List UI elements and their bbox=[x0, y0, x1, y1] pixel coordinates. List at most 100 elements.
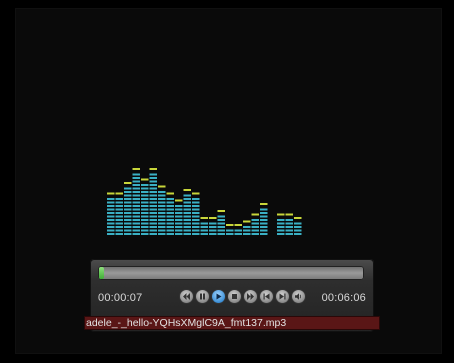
eq-segment bbox=[277, 233, 285, 235]
eq-segment bbox=[260, 222, 268, 225]
eq-segment bbox=[217, 229, 225, 232]
eq-segment bbox=[115, 229, 123, 232]
eq-segment bbox=[132, 194, 140, 197]
eq-segment bbox=[183, 233, 191, 235]
filename-bar: adele_-_hello-YQHsXMglC9A_fmt137.mp3 bbox=[84, 316, 380, 330]
rewind-button[interactable] bbox=[180, 290, 193, 303]
eq-segment bbox=[124, 198, 132, 200]
eq-segment bbox=[107, 198, 115, 200]
eq-segment bbox=[158, 208, 166, 211]
eq-segment bbox=[192, 229, 200, 232]
eq-segment bbox=[175, 208, 183, 211]
eq-segment bbox=[149, 198, 157, 200]
next-button[interactable] bbox=[276, 290, 289, 303]
eq-segment bbox=[141, 212, 149, 214]
eq-segment bbox=[115, 212, 123, 214]
eq-segment bbox=[107, 226, 115, 228]
eq-segment bbox=[217, 215, 225, 218]
eq-segment bbox=[132, 215, 140, 218]
eq-segment bbox=[158, 219, 166, 221]
eq-segment bbox=[115, 205, 123, 207]
eq-segment bbox=[175, 205, 183, 207]
volume-button[interactable] bbox=[292, 290, 305, 303]
eq-segment bbox=[294, 229, 302, 232]
eq-segment bbox=[260, 226, 268, 228]
eq-segment bbox=[166, 222, 174, 225]
eq-segment bbox=[124, 208, 132, 211]
eq-segment bbox=[183, 198, 191, 200]
eq-segment bbox=[175, 233, 183, 235]
eq-segment bbox=[149, 226, 157, 228]
eq-segment bbox=[149, 222, 157, 225]
eq-segment bbox=[192, 212, 200, 214]
eq-segment bbox=[183, 226, 191, 228]
eq-segment bbox=[132, 184, 140, 186]
eq-segment bbox=[183, 219, 191, 221]
eq-segment bbox=[107, 222, 115, 225]
eq-segment bbox=[183, 215, 191, 218]
elapsed-time: 00:00:07 bbox=[98, 292, 143, 304]
eq-segment bbox=[149, 180, 157, 183]
eq-segment bbox=[149, 177, 157, 179]
eq-peak bbox=[132, 168, 140, 170]
eq-segment bbox=[183, 229, 191, 232]
eq-segment bbox=[166, 229, 174, 232]
eq-segment bbox=[124, 215, 132, 218]
eq-segment bbox=[166, 212, 174, 214]
eq-segment bbox=[149, 212, 157, 214]
eq-segment bbox=[183, 212, 191, 214]
eq-segment bbox=[175, 219, 183, 221]
eq-segment bbox=[158, 198, 166, 200]
eq-peak bbox=[251, 213, 259, 216]
eq-segment bbox=[141, 184, 149, 186]
fast-forward-button[interactable] bbox=[244, 290, 257, 303]
eq-peak bbox=[149, 168, 157, 170]
eq-segment bbox=[209, 229, 217, 232]
eq-segment bbox=[251, 219, 259, 221]
eq-segment bbox=[124, 229, 132, 232]
eq-segment bbox=[124, 194, 132, 197]
eq-segment bbox=[107, 208, 115, 211]
eq-segment bbox=[277, 219, 285, 221]
eq-segment bbox=[166, 226, 174, 228]
eq-segment bbox=[132, 208, 140, 211]
eq-segment bbox=[124, 212, 132, 214]
eq-peak bbox=[285, 213, 293, 216]
eq-segment bbox=[192, 208, 200, 211]
eq-segment bbox=[294, 233, 302, 235]
progress-bar[interactable] bbox=[98, 266, 364, 280]
eq-segment bbox=[251, 222, 259, 225]
eq-segment bbox=[285, 226, 293, 228]
pause-button[interactable] bbox=[196, 290, 209, 303]
eq-segment bbox=[166, 201, 174, 204]
eq-peak bbox=[183, 189, 191, 191]
progress-fill bbox=[99, 267, 105, 279]
play-button[interactable] bbox=[212, 290, 225, 303]
stop-button[interactable] bbox=[228, 290, 241, 303]
screen: 00:00:07 00:06:06 adele_-_hello-YQHsXMgl… bbox=[0, 0, 454, 363]
eq-segment bbox=[192, 219, 200, 221]
eq-segment bbox=[149, 219, 157, 221]
rewind-icon bbox=[183, 293, 190, 300]
eq-segment bbox=[132, 205, 140, 207]
pause-icon bbox=[200, 293, 205, 300]
eq-segment bbox=[183, 205, 191, 207]
eq-segment bbox=[115, 208, 123, 211]
eq-peak bbox=[124, 182, 132, 184]
eq-peak bbox=[243, 220, 251, 223]
eq-segment bbox=[166, 208, 174, 211]
eq-segment bbox=[251, 233, 259, 235]
eq-segment bbox=[132, 229, 140, 232]
eq-segment bbox=[200, 222, 208, 225]
eq-segment bbox=[226, 233, 234, 235]
previous-button[interactable] bbox=[260, 290, 273, 303]
eq-segment bbox=[149, 173, 157, 176]
eq-segment bbox=[217, 219, 225, 221]
eq-segment bbox=[285, 222, 293, 225]
eq-segment bbox=[124, 222, 132, 225]
eq-segment bbox=[200, 226, 208, 228]
eq-segment bbox=[115, 215, 123, 218]
eq-segment bbox=[192, 222, 200, 225]
eq-segment bbox=[183, 194, 191, 197]
previous-icon bbox=[263, 293, 270, 300]
